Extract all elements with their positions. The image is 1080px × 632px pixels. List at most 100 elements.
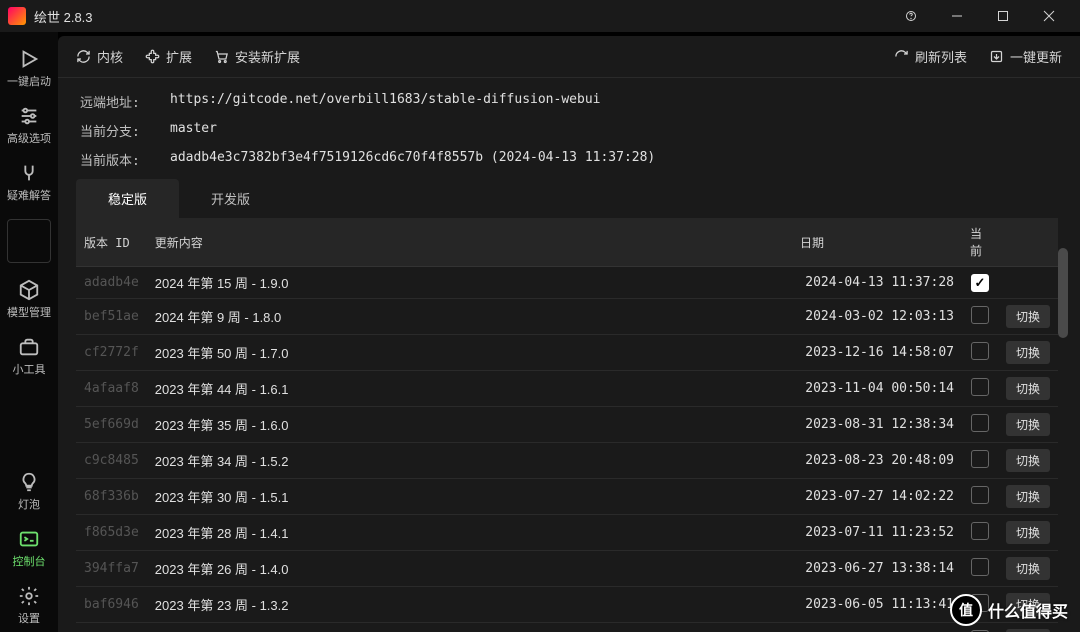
th-date: 日期 — [792, 218, 962, 267]
maximize-button[interactable] — [980, 0, 1026, 32]
sidebar-item-label: 灯泡 — [18, 496, 40, 512]
tab-dev[interactable]: 开发版 — [179, 179, 282, 218]
tab-stable[interactable]: 稳定版 — [76, 179, 179, 218]
cell-date: 2023-06-27 13:38:14 — [792, 551, 962, 587]
cell-action: 切换 — [998, 371, 1058, 407]
sidebar-item-advanced[interactable]: 高级选项 — [4, 99, 54, 152]
cell-current — [962, 267, 998, 299]
sidebar-item-bulb[interactable]: 灯泡 — [4, 465, 54, 518]
cell-id: 68f336b — [76, 479, 147, 515]
version-table-scroll[interactable]: 版本 ID 更新内容 日期 当前 adadb4e2024 年第 15 周 - 1… — [76, 218, 1058, 632]
sidebar-item-console[interactable]: 控制台 — [4, 522, 54, 575]
current-checkbox[interactable] — [971, 342, 989, 360]
current-checkbox[interactable] — [971, 522, 989, 540]
switch-button[interactable]: 切换 — [1006, 377, 1050, 400]
table-row[interactable]: bef51ae2024 年第 9 周 - 1.8.02024-03-02 12:… — [76, 299, 1058, 335]
cell-date: 2023-08-31 12:38:34 — [792, 407, 962, 443]
info-version-label: 当前版本: — [80, 150, 156, 169]
cell-id: 4afaaf8 — [76, 371, 147, 407]
table-row[interactable]: 394ffa72023 年第 26 周 - 1.4.02023-06-27 13… — [76, 551, 1058, 587]
table-row[interactable]: c9c84852023 年第 34 周 - 1.5.22023-08-23 20… — [76, 443, 1058, 479]
cell-content: 2023 年第 26 周 - 1.4.0 — [147, 551, 792, 587]
help-button[interactable] — [888, 0, 934, 32]
table-row[interactable]: baf69462023 年第 23 周 - 1.3.22023-06-05 11… — [76, 587, 1058, 623]
info-remote-value: https://gitcode.net/overbill1683/stable-… — [170, 92, 1058, 111]
cell-content: 2023 年第 50 周 - 1.7.0 — [147, 335, 792, 371]
bulb-icon — [18, 471, 40, 493]
toolbar-update-all[interactable]: 一键更新 — [989, 47, 1062, 66]
th-current: 当前 — [962, 218, 998, 267]
switch-button[interactable]: 切换 — [1006, 485, 1050, 508]
update-icon — [989, 49, 1004, 64]
cell-content: 2023 年第 23 周 - 1.3.2 — [147, 587, 792, 623]
current-checkbox[interactable] — [971, 414, 989, 432]
sidebar-item-label: 控制台 — [13, 553, 46, 569]
cell-content: 2024 年第 9 周 - 1.8.0 — [147, 299, 792, 335]
cell-date: 2024-03-02 12:03:13 — [792, 299, 962, 335]
main-panel: 内核 扩展 安装新扩展 刷新列表 一键更新 — [58, 36, 1080, 632]
current-checkbox[interactable] — [971, 378, 989, 396]
sidebar-item-label: 一键启动 — [7, 73, 51, 89]
current-checkbox[interactable] — [971, 558, 989, 576]
switch-button[interactable]: 切换 — [1006, 521, 1050, 544]
info-version-value: adadb4e3c7382bf3e4f7519126cd6c70f4f8557b… — [170, 150, 1058, 169]
cell-content: 2023 年第 28 周 - 1.4.1 — [147, 515, 792, 551]
close-button[interactable] — [1026, 0, 1072, 32]
scrollbar-thumb[interactable] — [1058, 248, 1068, 338]
cell-id: c9c8485 — [76, 443, 147, 479]
sidebar-item-tools[interactable]: 小工具 — [4, 330, 54, 383]
current-checkbox[interactable] — [971, 486, 989, 504]
current-checkbox[interactable] — [971, 306, 989, 324]
switch-button[interactable]: 切换 — [1006, 413, 1050, 436]
cell-date: 2023-06-05 11:13:41 — [792, 587, 962, 623]
cell-date: 2023-08-23 20:48:09 — [792, 443, 962, 479]
table-row[interactable]: 5ef669d2023 年第 35 周 - 1.6.02023-08-31 12… — [76, 407, 1058, 443]
table-row[interactable]: f865d3e2023 年第 28 周 - 1.4.12023-07-11 11… — [76, 515, 1058, 551]
table-row[interactable]: 68f336b2023 年第 30 周 - 1.5.12023-07-27 14… — [76, 479, 1058, 515]
watermark-text: 什么值得买 — [988, 598, 1068, 622]
sidebar-item-launch[interactable]: 一键启动 — [4, 42, 54, 95]
table-row[interactable]: 4afaaf82023 年第 44 周 - 1.6.12023-11-04 00… — [76, 371, 1058, 407]
toolbar-extensions[interactable]: 扩展 — [145, 47, 192, 66]
table-row[interactable]: adadb4e2024 年第 15 周 - 1.9.02024-04-13 11… — [76, 267, 1058, 299]
toolbar: 内核 扩展 安装新扩展 刷新列表 一键更新 — [58, 36, 1080, 78]
cell-date: 2023-06-02 02:35:14 — [792, 623, 962, 632]
table-row[interactable]: b6af0a32023 年第 22 周 - 1.3.12023-06-02 02… — [76, 623, 1058, 632]
current-checkbox[interactable] — [971, 274, 989, 292]
switch-button[interactable]: 切换 — [1006, 341, 1050, 364]
cell-current — [962, 335, 998, 371]
switch-button[interactable]: 切换 — [1006, 305, 1050, 328]
watermark-badge: 值 — [950, 594, 982, 626]
cell-action: 切换 — [998, 407, 1058, 443]
current-checkbox[interactable] — [971, 450, 989, 468]
minimize-button[interactable] — [934, 0, 980, 32]
switch-button[interactable]: 切换 — [1006, 449, 1050, 472]
info-branch-value: master — [170, 121, 1058, 140]
sidebar-item-settings[interactable]: 设置 — [4, 579, 54, 632]
toolbar-install-ext[interactable]: 安装新扩展 — [214, 47, 300, 66]
cell-current — [962, 443, 998, 479]
cell-action: 切换 — [998, 443, 1058, 479]
cell-id: bef51ae — [76, 299, 147, 335]
toolbar-kernel[interactable]: 内核 — [76, 47, 123, 66]
cell-action — [998, 267, 1058, 299]
switch-button[interactable]: 切换 — [1006, 557, 1050, 580]
scrollbar[interactable] — [1058, 218, 1068, 632]
sidebar-item-troubleshoot[interactable]: 疑难解答 — [4, 156, 54, 209]
sidebar-item-models[interactable]: 模型管理 — [4, 273, 54, 326]
th-id: 版本 ID — [76, 218, 147, 267]
info-branch-label: 当前分支: — [80, 121, 156, 140]
toolbar-label: 内核 — [97, 47, 123, 66]
cart-icon — [214, 49, 229, 64]
cell-date: 2023-07-11 11:23:52 — [792, 515, 962, 551]
cell-content: 2024 年第 15 周 - 1.9.0 — [147, 267, 792, 299]
toolbar-label: 一键更新 — [1010, 47, 1062, 66]
toolbar-refresh-list[interactable]: 刷新列表 — [894, 47, 967, 66]
sidebar-item-label: 模型管理 — [7, 304, 51, 320]
table-row[interactable]: cf2772f2023 年第 50 周 - 1.7.02023-12-16 14… — [76, 335, 1058, 371]
help-icon — [18, 162, 40, 184]
cube-icon — [18, 279, 40, 301]
sidebar-item-label: 小工具 — [13, 361, 46, 377]
cell-current — [962, 515, 998, 551]
th-action — [998, 218, 1058, 267]
